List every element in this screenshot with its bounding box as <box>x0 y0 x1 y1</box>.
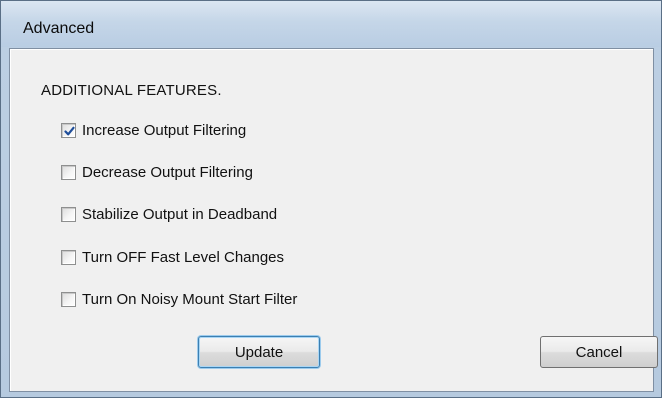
window-title: Advanced <box>23 20 95 37</box>
checkbox[interactable] <box>61 249 76 265</box>
checkbox-label: Increase Output Filtering <box>82 121 247 139</box>
checkbox[interactable] <box>61 122 76 138</box>
option-noisy-mount-start-filter[interactable]: Turn On Noisy Mount Start Filter <box>61 289 297 309</box>
option-decrease-output-filtering[interactable]: Decrease Output Filtering <box>61 162 253 182</box>
checkbox-label: Turn OFF Fast Level Changes <box>82 248 285 266</box>
checkbox[interactable] <box>61 164 76 180</box>
checkbox-label: Decrease Output Filtering <box>82 163 253 181</box>
check-icon <box>64 126 75 135</box>
cancel-button[interactable]: Cancel <box>540 336 658 368</box>
section-heading: ADDITIONAL FEATURES. <box>41 82 222 99</box>
option-turn-off-fast-level-changes[interactable]: Turn OFF Fast Level Changes <box>61 247 284 267</box>
option-stabilize-output-deadband[interactable]: Stabilize Output in Deadband <box>61 204 277 224</box>
checkbox-label: Turn On Noisy Mount Start Filter <box>82 290 298 308</box>
title-bar[interactable]: Advanced <box>1 1 661 47</box>
option-increase-output-filtering[interactable]: Increase Output Filtering <box>61 120 246 140</box>
update-button[interactable]: Update <box>198 336 320 368</box>
checkbox[interactable] <box>61 291 76 307</box>
dialog-body: ADDITIONAL FEATURES. Increase Output Fil… <box>9 48 658 392</box>
checkbox[interactable] <box>61 206 76 222</box>
checkbox-label: Stabilize Output in Deadband <box>82 205 278 223</box>
advanced-dialog-window: Advanced ADDITIONAL FEATURES. Increase O… <box>0 0 662 398</box>
